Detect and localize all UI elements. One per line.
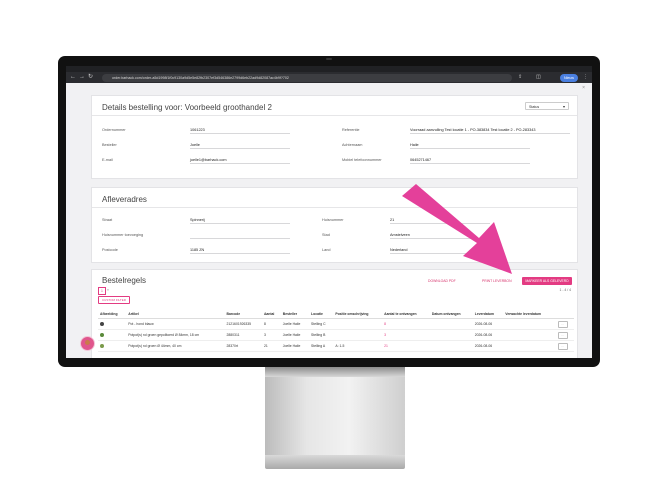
pointer-arrow: [402, 184, 512, 274]
arrow-shape: [402, 184, 512, 274]
